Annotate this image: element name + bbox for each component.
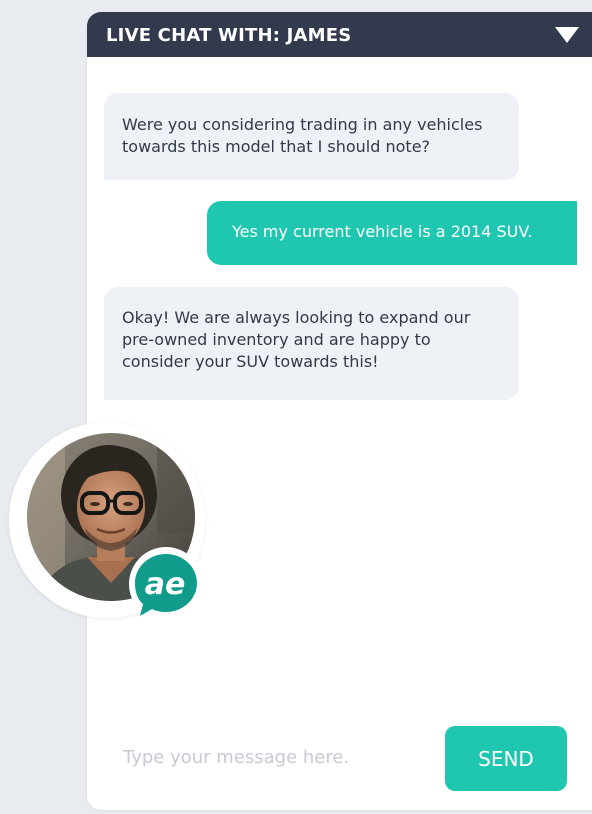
chat-header[interactable]: LIVE CHAT WITH: JAMES [87,12,592,57]
message-composer: SEND [87,712,592,810]
chat-title: LIVE CHAT WITH: JAMES [106,25,352,46]
agent-message: Okay! We are always looking to expand ou… [104,287,519,400]
agent-message: Were you considering trading in any vehi… [104,93,519,180]
user-message: Yes my current vehicle is a 2014 SUV. [207,201,577,265]
message-input[interactable] [123,740,423,774]
speech-bubble-logo: ae [129,547,203,621]
badge-text: ae [145,567,186,602]
page: LIVE CHAT WITH: JAMES Were you consideri… [0,0,592,814]
agent-avatar-frame: ae [9,422,205,621]
chat-window: LIVE CHAT WITH: JAMES Were you consideri… [87,12,592,810]
triangle-down-icon[interactable] [554,26,580,44]
send-button[interactable]: SEND [445,726,567,791]
